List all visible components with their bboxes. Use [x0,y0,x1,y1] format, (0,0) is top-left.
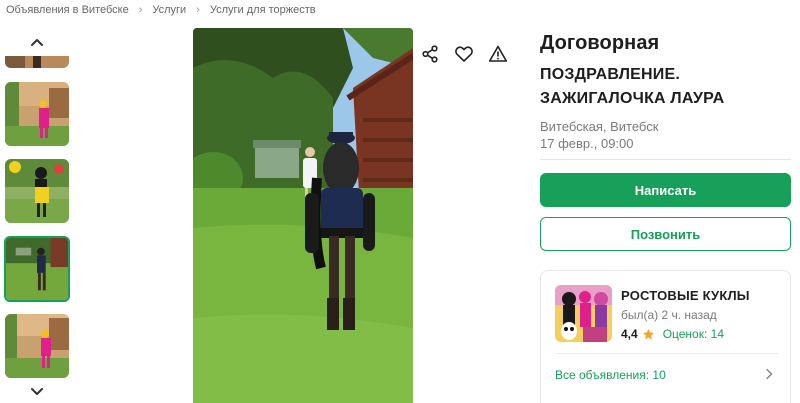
breadcrumb: Объявления в Витебске › Услуги › Услуги … [6,2,316,18]
divider [555,353,778,354]
seller-name[interactable]: РОСТОВЫЕ КУКЛЫ [621,288,750,303]
breadcrumb-item-ads-vitebsk[interactable]: Объявления в Витебске [6,4,129,16]
seller-last-seen: был(а) 2 ч. назад [621,308,717,322]
thumbnail-image[interactable] [5,314,69,378]
write-message-button[interactable]: Написать [540,173,791,207]
star-icon [642,328,654,340]
warning-icon [488,45,508,62]
ad-date: 17 февр., 09:00 [540,136,634,151]
all-ads-link[interactable]: Все объявления: 10 [555,368,666,382]
rating-value: 4,4 [621,327,638,341]
seller-card: РОСТОВЫЕ КУКЛЫ был(а) 2 ч. назад 4,4 Оце… [540,270,791,403]
thumbnail-image[interactable] [5,159,69,223]
chevron-right-icon[interactable] [762,367,776,381]
seller-rating: 4,4 Оценок: 14 [621,327,724,341]
reviews-link[interactable]: Оценок: 14 [663,327,724,341]
main-photo[interactable] [193,28,413,403]
share-icon [422,45,438,63]
breadcrumb-chevron-icon: › [196,4,200,16]
ad-location: Витебская, Витебск [540,119,659,134]
heart-icon [455,46,473,62]
thumbnail-scroll-up-button[interactable] [23,32,51,54]
chevron-up-icon [31,39,43,46]
photo-actions [416,40,512,68]
thumbnail-image[interactable] [5,82,69,146]
ad-price: Договорная [540,32,660,54]
breadcrumb-chevron-icon: › [138,4,143,16]
thumbnail-image-active[interactable] [4,236,70,302]
report-button[interactable] [484,40,512,68]
favorite-button[interactable] [450,40,478,68]
seller-avatar[interactable] [555,285,612,342]
call-button[interactable]: Позвонить [540,217,791,251]
breadcrumb-item-celebration-services[interactable]: Услуги для торжеств [210,4,316,16]
breadcrumb-item-services[interactable]: Услуги [152,4,186,16]
thumbnail-strip [0,28,76,403]
share-button[interactable] [416,40,444,68]
ad-title: ПОЗДРАВЛЕНИЕ. ЗАЖИГАЛОЧКА ЛАУРА [540,66,725,107]
thumbnail-scroll-down-button[interactable] [23,380,51,402]
divider [540,159,791,160]
thumbnail-image[interactable] [5,56,69,68]
ad-info: Договорная ПОЗДРАВЛЕНИЕ. ЗАЖИГАЛОЧКА ЛАУ… [540,32,795,152]
chevron-down-icon [31,388,43,395]
